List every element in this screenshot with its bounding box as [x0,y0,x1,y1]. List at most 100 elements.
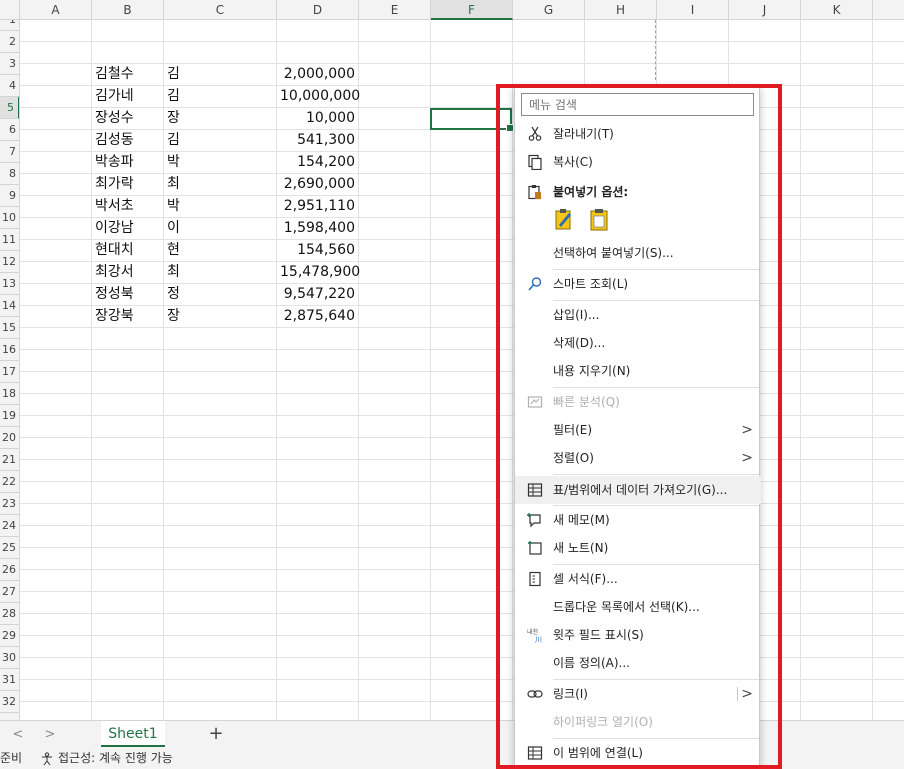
cell-name[interactable]: 박송파 [95,151,161,173]
cell-amount[interactable]: 10,000,000 [280,85,360,107]
menu-item-link-to-range[interactable]: 이 범위에 연결(L) [515,739,761,767]
cell-amount[interactable]: 2,000,000 [280,63,355,85]
row-header-24[interactable]: 24 [0,515,19,537]
row-header-16[interactable]: 16 [0,339,19,361]
paste-icon[interactable] [588,207,610,233]
cell-amount[interactable]: 2,690,000 [280,173,355,195]
cell-surname[interactable]: 이 [167,217,267,239]
column-header-j[interactable]: J [729,0,801,20]
row-header-7[interactable]: 7 [0,141,19,163]
column-header-g[interactable]: G [513,0,585,20]
cell-name[interactable]: 김철수 [95,63,161,85]
cell-name[interactable]: 정성북 [95,283,161,305]
row-header-32[interactable]: 32 [0,691,19,713]
cell-surname[interactable]: 정 [167,283,267,305]
row-header-20[interactable]: 20 [0,427,19,449]
row-header-11[interactable]: 11 [0,229,19,251]
cell-name[interactable]: 최강서 [95,261,161,283]
row-header-25[interactable]: 25 [0,537,19,559]
menu-item-sort[interactable]: 정렬(O) > [515,444,761,472]
cell-surname[interactable]: 최 [167,261,267,283]
submenu-arrow-icon[interactable]: > [741,680,753,708]
row-header-14[interactable]: 14 [0,295,19,317]
column-header-i[interactable]: I [657,0,729,20]
row-header-21[interactable]: 21 [0,449,19,471]
row-header-1[interactable]: 1 [0,20,19,31]
select-all-corner[interactable] [0,0,20,20]
menu-item-copy[interactable]: 복사(C) [515,148,761,176]
sheet-tab-sheet1[interactable]: Sheet1 [101,721,165,747]
row-header-29[interactable]: 29 [0,625,19,647]
menu-item-get-data-from-table[interactable]: 표/범위에서 데이터 가져오기(G)... [515,476,761,504]
menu-item-clear-contents[interactable]: 내용 지우기(N) [515,357,761,385]
add-sheet-button[interactable]: + [205,723,227,745]
cell-name[interactable]: 김가네 [95,85,161,107]
row-header-12[interactable]: 12 [0,251,19,273]
row-header-18[interactable]: 18 [0,383,19,405]
cell-surname[interactable]: 장 [167,305,267,327]
row-header-19[interactable]: 19 [0,405,19,427]
menu-item-new-comment[interactable]: 새 메모(M) [515,506,761,534]
cell-surname[interactable]: 김 [167,85,267,107]
row-header-13[interactable]: 13 [0,273,19,295]
menu-item-insert[interactable]: 삽입(I)... [515,301,761,329]
menu-item-cut[interactable]: 잘라내기(T) [515,120,761,148]
row-header-28[interactable]: 28 [0,603,19,625]
menu-item-delete[interactable]: 삭제(D)... [515,329,761,357]
cell-surname[interactable]: 김 [167,63,267,85]
row-header-23[interactable]: 23 [0,493,19,515]
cell-amount[interactable]: 10,000 [280,107,355,129]
row-header-5[interactable]: 5 [0,97,19,119]
row-header-30[interactable]: 30 [0,647,19,669]
column-header-a[interactable]: A [20,0,92,20]
column-header-h[interactable]: H [585,0,657,20]
column-header-c[interactable]: C [164,0,277,20]
cell-surname[interactable]: 장 [167,107,267,129]
column-header-k[interactable]: K [801,0,873,20]
menu-item-smart-lookup[interactable]: 스마트 조회(L) [515,270,761,298]
row-header-8[interactable]: 8 [0,163,19,185]
column-header-d[interactable]: D [277,0,359,20]
cell-amount[interactable]: 2,875,640 [280,305,355,327]
menu-item-format-cells[interactable]: 셀 서식(F)... [515,565,761,593]
row-header-9[interactable]: 9 [0,185,19,207]
cell-name[interactable]: 현대치 [95,239,161,261]
row-header-22[interactable]: 22 [0,471,19,493]
row-header-3[interactable]: 3 [0,53,19,75]
menu-item-pick-from-dropdown[interactable]: 드롭다운 목록에서 선택(K)... [515,593,761,621]
cell-amount[interactable]: 541,300 [280,129,355,151]
sheet-nav-next-button[interactable]: > [40,725,60,745]
active-cell-f5[interactable] [430,108,514,132]
cell-name[interactable]: 박서초 [95,195,161,217]
menu-item-paste-special[interactable]: 선택하여 붙여넣기(S)... [515,239,761,267]
row-header-31[interactable]: 31 [0,669,19,691]
row-header-17[interactable]: 17 [0,361,19,383]
row-header-15[interactable]: 15 [0,317,19,339]
menu-item-filter[interactable]: 필터(E) > [515,416,761,444]
row-header-6[interactable]: 6 [0,119,19,141]
row-header-10[interactable]: 10 [0,207,19,229]
cell-name[interactable]: 장강북 [95,305,161,327]
column-header-e[interactable]: E [359,0,431,20]
row-header-4[interactable]: 4 [0,75,19,97]
column-header-f[interactable]: F [431,0,513,20]
row-header-2[interactable]: 2 [0,31,19,53]
cell-surname[interactable]: 최 [167,173,267,195]
menu-item-define-name[interactable]: 이름 정의(A)... [515,649,761,677]
cell-amount[interactable]: 9,547,220 [280,283,355,305]
column-header-b[interactable]: B [92,0,164,20]
cell-amount[interactable]: 15,478,900 [280,261,360,283]
accessibility-status[interactable]: 접근성: 계속 진행 가능 [40,748,173,769]
sheet-nav-prev-button[interactable]: < [8,725,28,745]
cell-surname[interactable]: 박 [167,195,267,217]
cell-name[interactable]: 이강남 [95,217,161,239]
cell-surname[interactable]: 박 [167,151,267,173]
cell-surname[interactable]: 현 [167,239,267,261]
paste-formatting-icon[interactable] [553,207,575,233]
row-header-26[interactable]: 26 [0,559,19,581]
menu-item-link[interactable]: 링크(I) > [515,680,761,708]
cell-name[interactable]: 김성동 [95,129,161,151]
cell-name[interactable]: 최가락 [95,173,161,195]
menu-item-new-note[interactable]: 새 노트(N) [515,534,761,562]
cell-name[interactable]: 장성수 [95,107,161,129]
